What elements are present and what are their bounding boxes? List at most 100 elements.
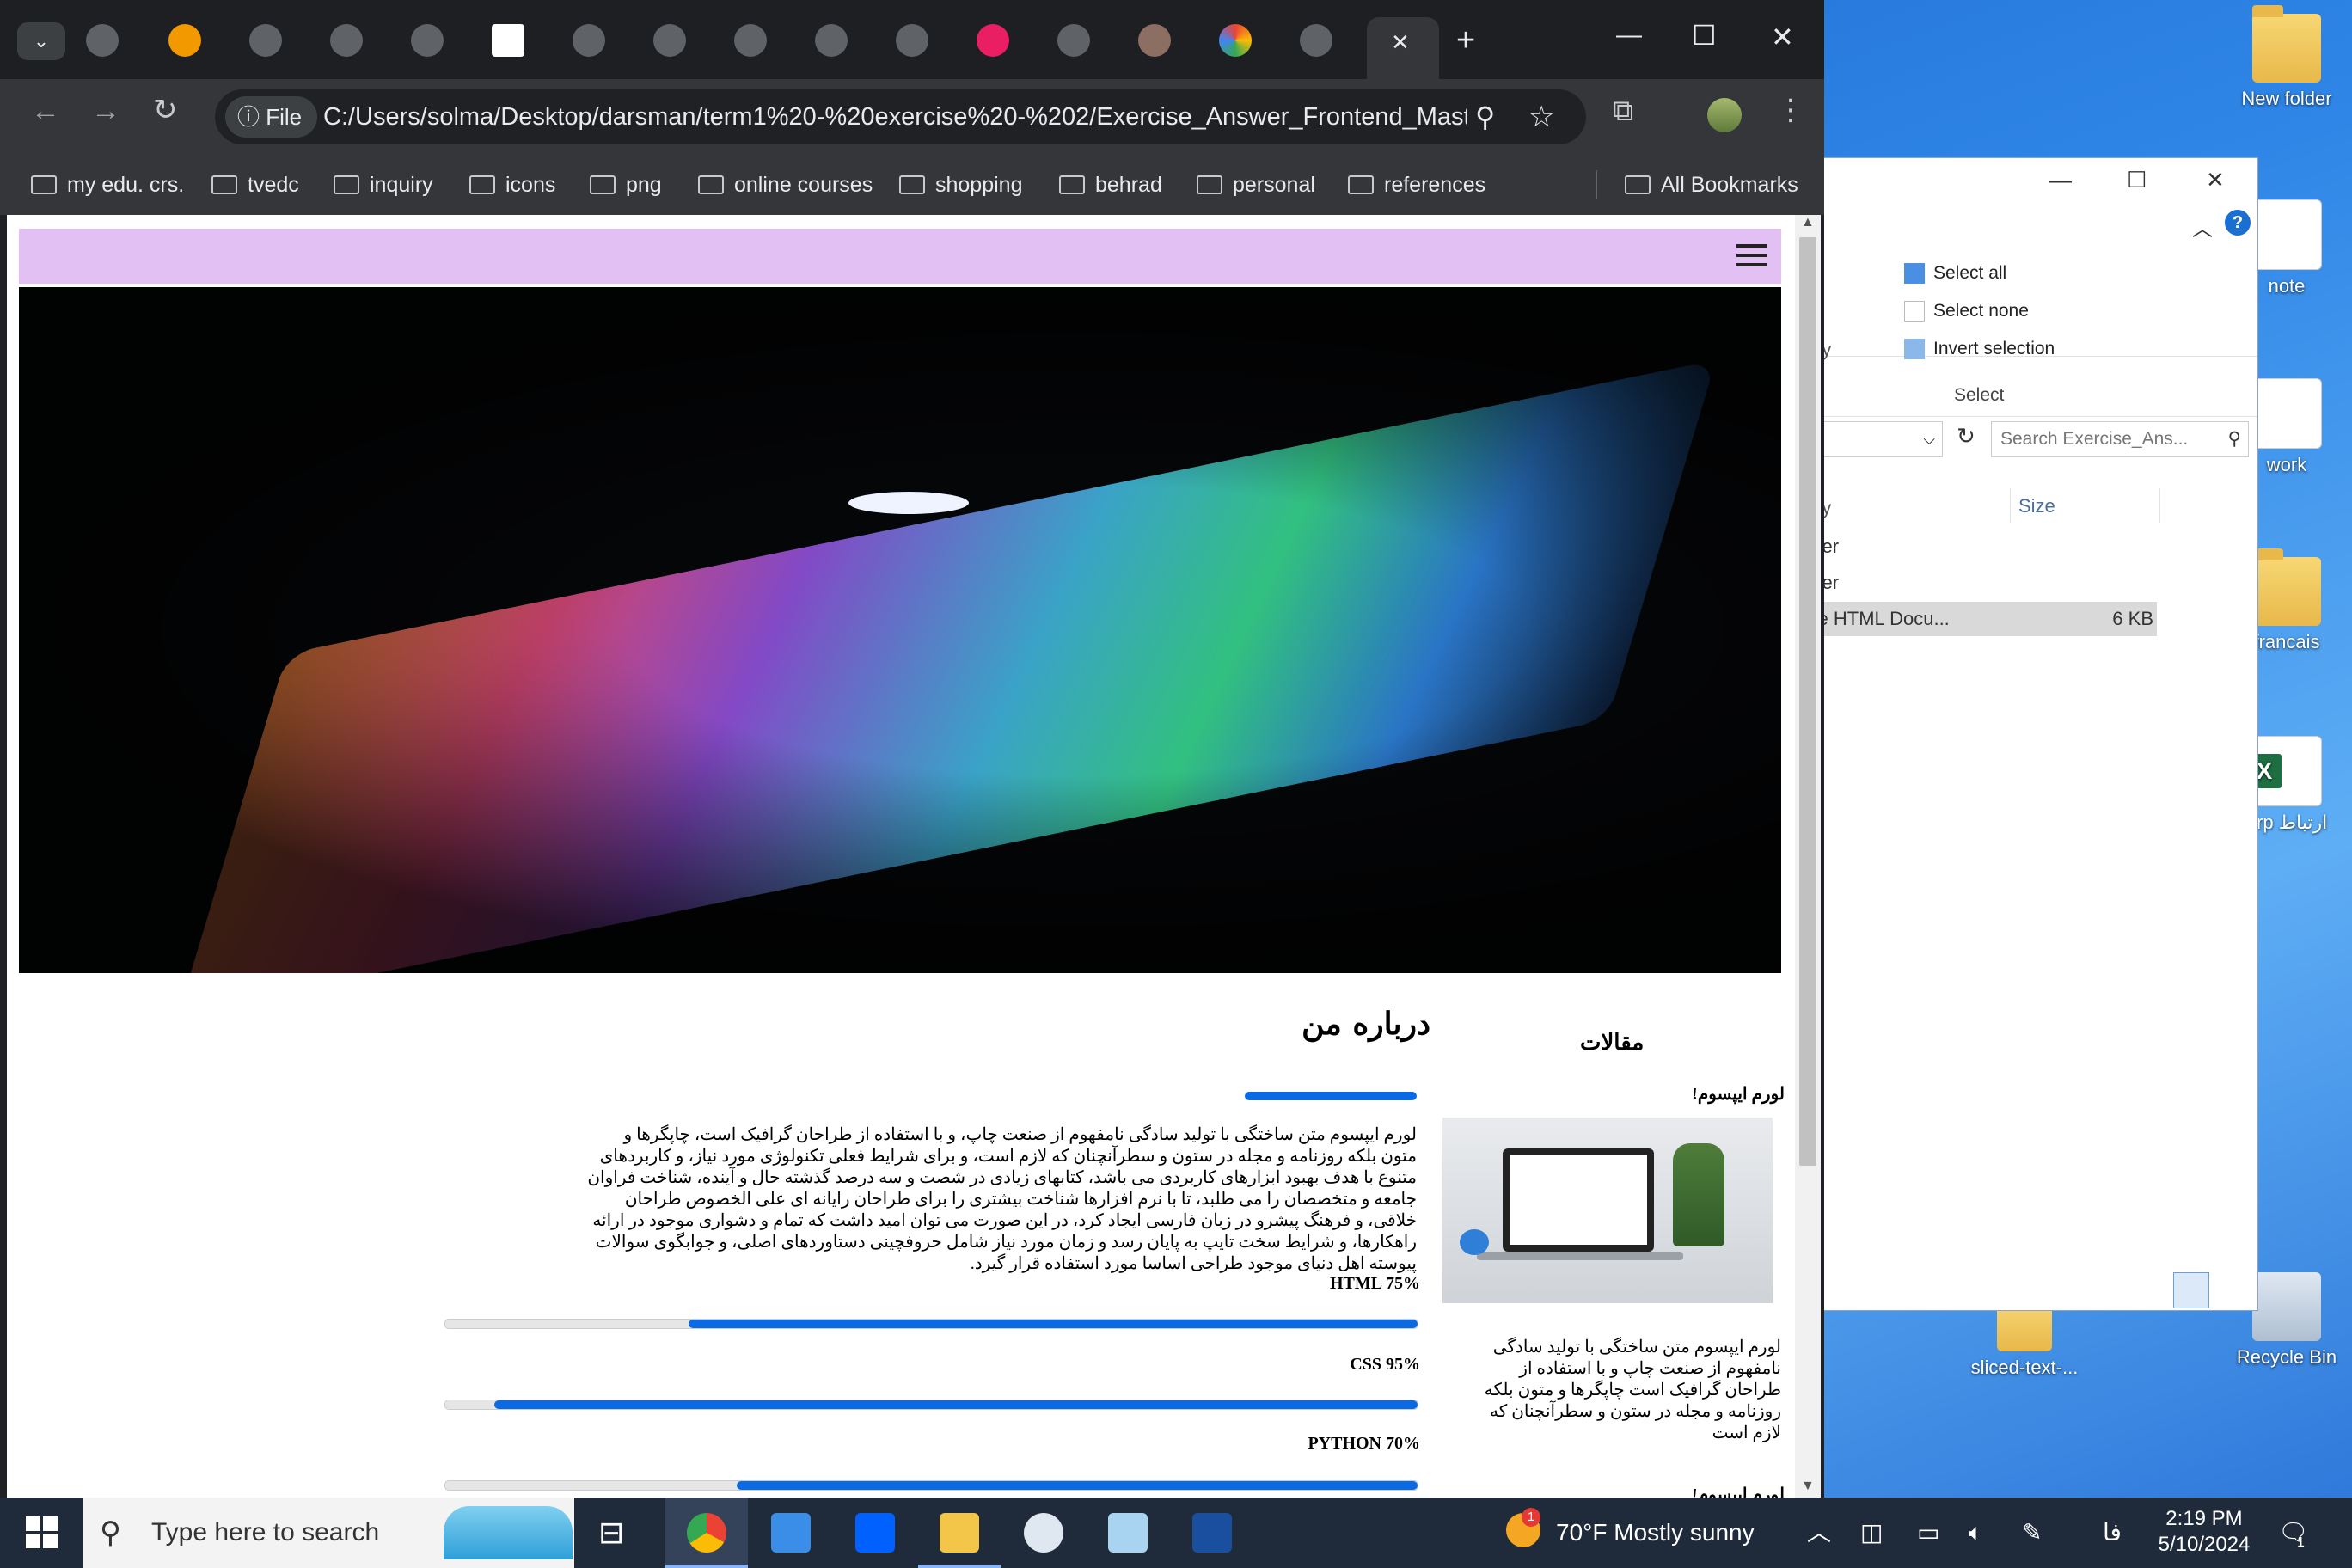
- pen-icon[interactable]: ✎: [2022, 1498, 2042, 1568]
- bookmark-folder[interactable]: tvedc: [211, 155, 299, 215]
- taskbar-app-paint[interactable]: [1002, 1498, 1085, 1568]
- maximize-icon[interactable]: ☐: [1692, 19, 1717, 52]
- forward-icon[interactable]: →: [91, 95, 120, 128]
- desktop-icon-new-folder[interactable]: New folder: [2235, 5, 2338, 110]
- select-none-button[interactable]: Select none: [1904, 301, 2029, 322]
- file-row[interactable]: folder: [1788, 530, 2157, 564]
- meet-now-icon[interactable]: ◫: [1860, 1498, 1883, 1568]
- bookmark-folder[interactable]: online courses: [698, 155, 873, 215]
- collapse-ribbon-icon[interactable]: ︿: [2192, 211, 2213, 242]
- taskbar-app-pc[interactable]: [750, 1498, 832, 1568]
- new-tab-icon[interactable]: +: [1456, 22, 1475, 59]
- tab-favicon-icon[interactable]: [330, 24, 363, 57]
- search-icon: ⚲: [2227, 429, 2241, 449]
- skill-bar-fill: [493, 1400, 1418, 1409]
- taskbar-search-input[interactable]: ⚲ Type here to search: [83, 1498, 574, 1568]
- tab-favicon-icon[interactable]: [653, 24, 686, 57]
- bookmark-folder[interactable]: my edu. crs.: [31, 155, 184, 215]
- ribbon-group-label: Select: [1954, 385, 2005, 405]
- taskbar-app-dropbox[interactable]: [834, 1498, 916, 1568]
- weather-text[interactable]: 70°F Mostly sunny: [1556, 1498, 1755, 1568]
- site-info-chip[interactable]: ⓘ File: [225, 96, 318, 138]
- file-row-selected[interactable]: ome HTML Docu... 6 KB: [1788, 602, 2157, 636]
- column-header-size[interactable]: Size: [2018, 495, 2055, 518]
- tab-favicon-icon[interactable]: [492, 24, 524, 57]
- tab-favicon-icon[interactable]: [573, 24, 605, 57]
- scrollbar-thumb[interactable]: [1799, 237, 1816, 1166]
- bookmarks-bar: my edu. crs. tvedc inquiry icons png onl…: [0, 155, 1824, 215]
- tab-favicon-icon[interactable]: [411, 24, 444, 57]
- clock-date: 5/10/2024: [2158, 1533, 2251, 1556]
- chevron-down-icon[interactable]: ⌵: [1923, 422, 1935, 456]
- pdf-pro-icon: [1192, 1513, 1232, 1553]
- reload-icon[interactable]: ↻: [153, 93, 178, 127]
- bookmark-folder[interactable]: behrad: [1059, 155, 1162, 215]
- clock[interactable]: 2:19 PM 5/10/2024: [2153, 1506, 2256, 1558]
- folder-icon: [469, 175, 495, 194]
- close-tab-icon[interactable]: ✕: [1391, 29, 1410, 56]
- tab-favicon-icon[interactable]: [1219, 24, 1252, 57]
- bookmark-folder[interactable]: references: [1348, 155, 1485, 215]
- notifications-icon[interactable]: 🗨︎: [2278, 1498, 2309, 1568]
- bookmark-star-icon[interactable]: ☆: [1528, 89, 1554, 144]
- tab-favicon-icon[interactable]: [896, 24, 928, 57]
- taskbar-app-explorer[interactable]: [918, 1498, 1001, 1568]
- article-heading[interactable]: لورم ایپسوم!: [1692, 1083, 1785, 1105]
- tab-favicon-icon[interactable]: [977, 24, 1009, 57]
- windows-start-icon[interactable]: [26, 1516, 58, 1549]
- skill-bar-fill: [737, 1481, 1418, 1490]
- file-row[interactable]: folder: [1788, 566, 2157, 600]
- tab-search-icon[interactable]: ⌄: [17, 22, 65, 60]
- article-heading[interactable]: لورم ایپسوم!: [1692, 1484, 1785, 1498]
- battery-icon[interactable]: ▭: [1917, 1498, 1939, 1568]
- bookmark-folder[interactable]: personal: [1197, 155, 1315, 215]
- invert-selection-button[interactable]: Invert selection: [1904, 339, 2055, 359]
- taskbar-app-pdf[interactable]: [1171, 1498, 1253, 1568]
- tab-favicon-icon[interactable]: [1300, 24, 1332, 57]
- tab-favicon-icon[interactable]: [249, 24, 282, 57]
- minimize-icon[interactable]: —: [2049, 167, 2072, 193]
- bookmark-folder[interactable]: shopping: [899, 155, 1022, 215]
- close-icon[interactable]: ✕: [2206, 167, 2225, 193]
- tab-favicon-icon[interactable]: [168, 24, 201, 57]
- bookmark-folder[interactable]: inquiry: [334, 155, 433, 215]
- menu-kebab-icon[interactable]: ⋮: [1776, 93, 1805, 127]
- all-bookmarks-button[interactable]: All Bookmarks: [1625, 155, 1798, 215]
- chevron-up-icon[interactable]: ︿: [1807, 1498, 1831, 1568]
- zoom-icon[interactable]: ⚲: [1475, 89, 1495, 144]
- tab-favicon-icon[interactable]: [815, 24, 848, 57]
- dropbox-icon: [855, 1513, 895, 1553]
- volume-icon[interactable]: 🔈︎: [1969, 1498, 1983, 1568]
- refresh-icon[interactable]: ↻: [1957, 423, 1975, 450]
- large-icons-view-icon[interactable]: [2213, 1272, 2247, 1307]
- close-window-icon[interactable]: ✕: [1771, 21, 1794, 53]
- back-icon[interactable]: ←: [31, 95, 60, 128]
- explorer-search-input[interactable]: Search Exercise_Ans... ⚲: [1991, 421, 2249, 457]
- tab-favicon-icon[interactable]: [1138, 24, 1171, 57]
- details-view-icon[interactable]: [2173, 1272, 2209, 1308]
- language-indicator[interactable]: فا: [2103, 1498, 2122, 1568]
- taskbar-app-notes[interactable]: [1087, 1498, 1169, 1568]
- bookmark-folder[interactable]: icons: [469, 155, 555, 215]
- address-bar[interactable]: ⓘ File C:/Users/solma/Desktop/darsman/te…: [215, 89, 1586, 144]
- select-all-button[interactable]: Select all: [1904, 263, 2006, 284]
- folder-icon: [698, 175, 724, 194]
- about-title-underline: [1245, 1092, 1417, 1100]
- scroll-down-icon[interactable]: ▼: [1801, 1479, 1815, 1494]
- scroll-up-icon[interactable]: ▲: [1801, 215, 1815, 230]
- profile-avatar[interactable]: [1707, 98, 1742, 132]
- task-view-icon[interactable]: ⊟: [598, 1515, 624, 1551]
- hamburger-menu-icon[interactable]: [1736, 244, 1767, 273]
- extensions-icon[interactable]: ⧉: [1613, 95, 1633, 128]
- tab-active[interactable]: ✕: [1367, 17, 1439, 79]
- help-icon[interactable]: ?: [2225, 210, 2251, 236]
- tab-favicon-icon[interactable]: [734, 24, 767, 57]
- tab-favicon-icon[interactable]: [86, 24, 119, 57]
- minimize-icon[interactable]: —: [1616, 21, 1642, 50]
- page-scrollbar[interactable]: ▲ ▼: [1795, 215, 1821, 1498]
- maximize-icon[interactable]: ☐: [2127, 167, 2147, 193]
- tab-favicon-icon[interactable]: [1057, 24, 1090, 57]
- desktop-icon-sliced-text[interactable]: sliced-text-...: [1969, 1291, 2080, 1379]
- bookmark-folder[interactable]: png: [590, 155, 662, 215]
- taskbar-app-chrome[interactable]: [665, 1498, 748, 1568]
